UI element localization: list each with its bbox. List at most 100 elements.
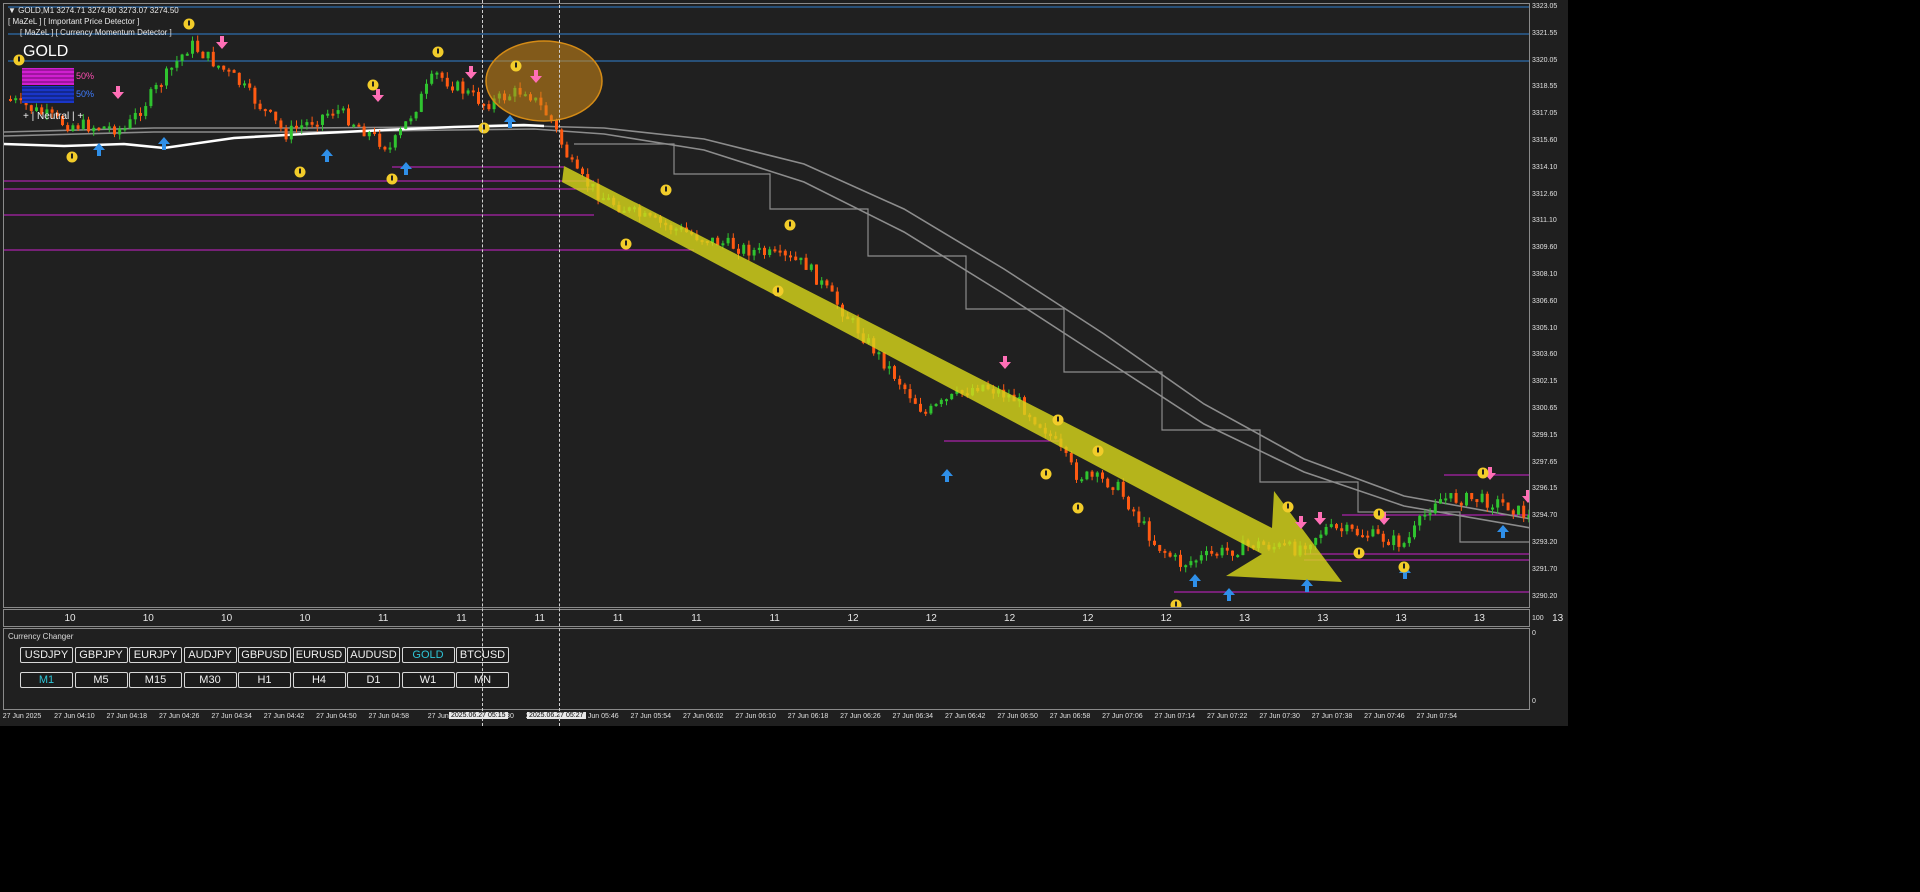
candle [1392,535,1396,546]
symbol-button-gbpjpy[interactable]: GBPJPY [74,647,128,663]
symbol-button-gold[interactable]: GOLD [401,647,455,663]
candle [263,109,267,112]
trend-arrow [562,166,1342,582]
symbol-button-eurjpy[interactable]: EURJPY [129,647,182,663]
buy-arrow [1497,525,1509,538]
candle [1485,493,1489,508]
time-tick: 27 Jun 07:38 [1311,713,1353,720]
candle [357,124,361,127]
price-tick: 3320.05 [1532,56,1558,64]
candle [404,121,408,129]
candle [87,119,90,132]
candle [763,247,766,256]
time-tick: 27 Jun 07:46 [1364,713,1405,720]
candle [9,99,12,101]
candle [1522,505,1526,518]
time-tick: 27 Jun 06:26 [840,713,881,720]
momentum-grid-bottom [22,86,74,103]
signal-marker-stem [71,153,73,159]
symbol-button-eurusd[interactable]: EURUSD [292,647,346,663]
candle [1387,541,1390,546]
time-tick: 27 Jun 07:30 [1259,713,1300,720]
price-scale[interactable]: 3323.05 3321.55 3320.05 3318.55 3317.05 3315.… [1530,0,1568,612]
chart-canvas[interactable] [4,4,1530,608]
candle [165,68,168,86]
candle [893,366,896,379]
buy-arrow [321,149,333,162]
time-tick: 27 Jun 06:58 [1049,713,1091,720]
buy-arrow [1223,588,1235,601]
candle [170,67,174,70]
candle [825,280,829,286]
signal-marker-stem [299,168,301,174]
price-chart[interactable]: ▼ GOLD,M1 3274.71 3274.80 3273.07 3274.5… [3,3,1530,608]
hour-label: 13 [1317,613,1329,624]
crosshair-time-label: 2025.06.27 05:15 [449,712,508,719]
signal-marker-stem [789,221,791,227]
candle [1433,503,1437,514]
symbol-button-audusd[interactable]: AUDUSD [347,647,400,663]
symbol-button-gbpusd[interactable]: GBPUSD [238,647,291,663]
currency-changer-panel: Currency Changer USDJPY GBPJPY EURJPY AUDJP… [3,628,1530,710]
candle [1080,479,1084,482]
candle [451,86,454,91]
signal-marker-stem [1045,470,1047,476]
candle [908,389,912,399]
candle [877,352,881,355]
time-tick: 27 Jun 06:10 [735,713,776,720]
timeframe-button-m5[interactable]: M5 [74,672,128,688]
candle [471,90,475,93]
candle [1163,550,1167,553]
candle [1127,496,1130,510]
momentum-grid-top [22,68,74,85]
timeframe-button-m15[interactable]: M15 [129,672,182,688]
candle [773,249,777,252]
candle [201,51,205,59]
timeframe-button-m1[interactable]: M1 [20,672,73,688]
symbol-title: GOLD [23,43,69,60]
candle [1095,472,1099,477]
timeframe-button-w1[interactable]: W1 [401,672,455,688]
candle [159,84,163,87]
symbol-info: ▼ GOLD,M1 3274.71 3274.80 3273.07 3274.5… [8,6,179,15]
timeframe-button-h4[interactable]: H4 [292,672,346,688]
candle [310,122,314,125]
candle [903,384,907,390]
signal-marker-stem [437,48,439,54]
candle [726,237,730,244]
sell-arrow [1522,490,1529,503]
candle [1085,471,1089,480]
time-tick: 27 Jun 07:54 [1416,713,1458,720]
candle [820,280,824,285]
signal-marker-stem [1077,504,1079,510]
candle [274,111,278,121]
price-tick: 3306.60 [1532,297,1558,305]
candle [456,81,460,91]
time-axis[interactable]: 27 Jun 2025 27 Jun 04:10 27 Jun 04:18 27 Ju… [0,710,1568,726]
candle [1340,528,1344,532]
timeframe-button-m30[interactable]: M30 [183,672,237,688]
candle [14,98,18,101]
candle [378,133,382,147]
candle [336,110,340,114]
timeframe-button-d1[interactable]: D1 [347,672,400,688]
symbol-button-audjpy[interactable]: AUDJPY [183,647,237,663]
candle [279,120,283,129]
candle [1173,554,1177,557]
hour-label: 11 [769,613,780,624]
candle [1501,499,1505,503]
candle [924,411,928,414]
timeframe-button-h1[interactable]: H1 [238,672,291,688]
candle [144,106,148,116]
price-tick: 3315.60 [1532,137,1558,144]
hour-label: 13 [1395,613,1407,624]
candle [1106,478,1110,488]
time-tick: 27 Jun 2025 [2,713,42,720]
highlight-ellipse [485,40,603,122]
hour-label: 11 [534,613,545,624]
candle [331,113,335,116]
candle [383,146,387,150]
candle [570,157,574,160]
symbol-button-usdjpy[interactable]: USDJPY [20,647,73,663]
candle [1236,555,1240,558]
